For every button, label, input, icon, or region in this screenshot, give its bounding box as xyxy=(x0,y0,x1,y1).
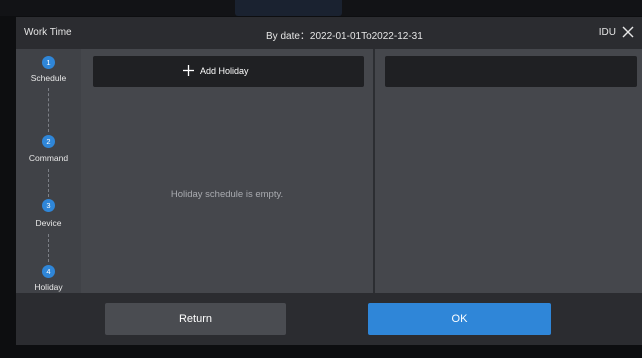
add-holiday-label: Add Holiday xyxy=(200,66,249,76)
background-toolbar xyxy=(0,0,642,16)
ok-button[interactable]: OK xyxy=(368,303,551,335)
close-icon[interactable] xyxy=(621,25,635,39)
holiday-detail-panel xyxy=(375,49,642,293)
step-connector xyxy=(48,88,49,132)
work-time-dialog: Work Time By date：2022-01-01To2022-12-31… xyxy=(16,17,642,345)
step-connector xyxy=(48,234,49,262)
return-button[interactable]: Return xyxy=(105,303,286,335)
holiday-list-panel: Add Holiday Holiday schedule is empty. xyxy=(81,49,373,293)
holiday-detail-field[interactable] xyxy=(385,56,637,87)
step-3-label[interactable]: Device xyxy=(16,218,81,229)
step-sidebar: 1 Schedule 2 Command 3 Device 4 Holiday … xyxy=(16,49,81,303)
date-range-label: By date：2022-01-01To2022-12-31 xyxy=(266,31,423,42)
background-active-tab xyxy=(235,0,342,16)
step-connector xyxy=(48,169,49,197)
add-holiday-button[interactable]: Add Holiday xyxy=(93,56,364,87)
step-2-label[interactable]: Command xyxy=(16,153,81,164)
plus-icon xyxy=(183,65,194,76)
dialog-title: Work Time xyxy=(24,27,72,38)
step-1-number: 1 xyxy=(42,56,55,69)
step-3-number: 3 xyxy=(42,199,55,212)
unit-label: IDU xyxy=(598,27,616,38)
dialog-footer: Return OK xyxy=(16,293,642,345)
step-1-label[interactable]: Schedule xyxy=(16,73,81,84)
empty-state-text: Holiday schedule is empty. xyxy=(170,189,284,200)
step-2-number: 2 xyxy=(42,135,55,148)
step-4-number: 4 xyxy=(42,265,55,278)
dialog-title-bar: Work Time By date：2022-01-01To2022-12-31… xyxy=(16,17,642,49)
